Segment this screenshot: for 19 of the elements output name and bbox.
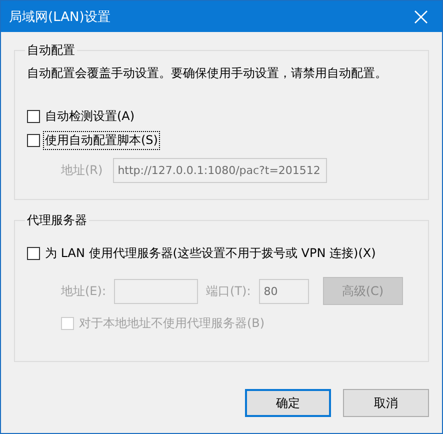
checkbox-label[interactable]: 使用自动配置脚本(S) [44, 132, 159, 148]
ok-button[interactable]: 确定 [245, 389, 331, 417]
close-icon [414, 10, 428, 24]
group-title: 代理服务器 [26, 212, 88, 229]
window-title: 局域网(LAN)设置 [9, 8, 110, 26]
group-title: 自动配置 [26, 42, 76, 59]
info-text: 自动配置会覆盖手动设置。要确保使用手动设置，请禁用自动配置。 [27, 65, 388, 82]
field-label: 端口(T): [206, 282, 251, 300]
checkbox[interactable] [27, 246, 40, 260]
checkbox-label[interactable]: 自动检测设置(A) [44, 108, 136, 124]
checkbox-row[interactable]: 自动检测设置(A) [27, 104, 416, 128]
field-label: 地址(E): [61, 282, 106, 300]
checkbox[interactable] [27, 134, 40, 146]
checkbox-row[interactable]: 为 LAN 使用代理服务器(这些设置不用于拨号或 VPN 连接)(X) [27, 241, 416, 265]
checkbox-label[interactable]: 为 LAN 使用代理服务器(这些设置不用于拨号或 VPN 连接)(X) [44, 244, 377, 262]
checkbox-row[interactable]: 使用自动配置脚本(S) [27, 128, 416, 152]
cancel-button[interactable]: 取消 [343, 389, 429, 417]
checkbox[interactable] [27, 110, 40, 122]
field-label: 地址(R) [61, 162, 103, 179]
